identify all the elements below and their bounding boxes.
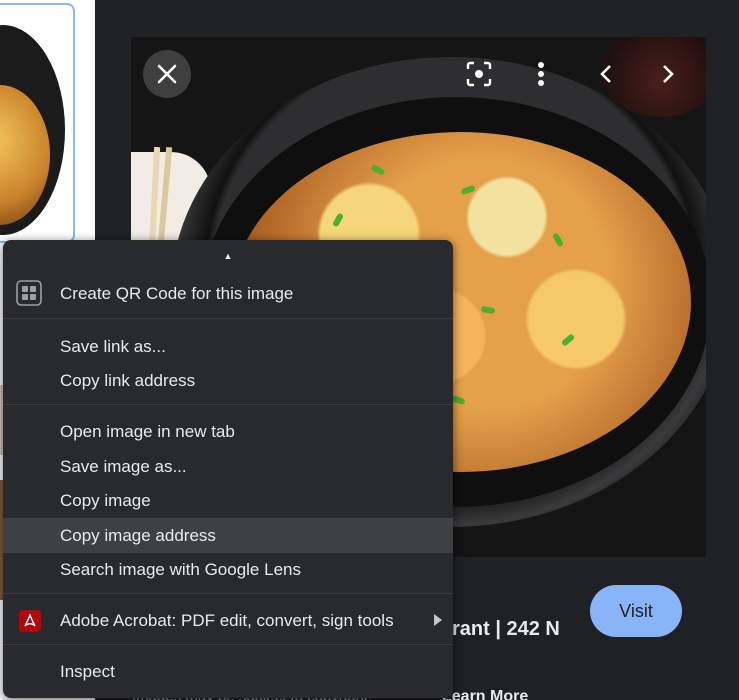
menu-item-search-google-lens[interactable]: Search image with Google Lens bbox=[3, 552, 453, 587]
previous-image-button[interactable] bbox=[582, 50, 630, 98]
visit-button[interactable]: Visit bbox=[590, 585, 682, 637]
submenu-arrow-icon bbox=[434, 614, 442, 626]
menu-item-create-qr-code[interactable]: Create QR Code for this image bbox=[3, 276, 453, 311]
more-vert-icon bbox=[538, 62, 544, 86]
chevron-left-icon bbox=[600, 65, 611, 83]
next-image-button[interactable] bbox=[644, 50, 692, 98]
learn-more-link[interactable]: Learn More bbox=[442, 688, 528, 700]
google-lens-button[interactable] bbox=[455, 50, 503, 98]
selected-result-thumbnail[interactable] bbox=[0, 3, 75, 243]
menu-item-inspect[interactable]: Inspect bbox=[3, 654, 453, 689]
menu-separator bbox=[3, 644, 453, 645]
chevron-right-icon bbox=[663, 65, 674, 83]
result-title[interactable]: rant | 242 N bbox=[452, 618, 560, 641]
context-menu: ▲ Create QR Code for this image Save lin… bbox=[3, 240, 453, 698]
close-icon bbox=[157, 64, 177, 84]
menu-item-save-link-as[interactable]: Save link as... bbox=[3, 329, 453, 364]
menu-item-open-image-new-tab[interactable]: Open image in new tab bbox=[3, 414, 453, 449]
close-preview-button[interactable] bbox=[143, 50, 191, 98]
scroll-up-icon[interactable]: ▲ bbox=[222, 250, 234, 262]
menu-separator bbox=[3, 404, 453, 405]
menu-item-copy-image-address[interactable]: Copy image address bbox=[3, 518, 453, 553]
menu-item-copy-link-address[interactable]: Copy link address bbox=[3, 363, 453, 398]
more-options-button[interactable] bbox=[517, 50, 565, 98]
menu-item-save-image-as[interactable]: Save image as... bbox=[3, 449, 453, 484]
menu-item-adobe-acrobat[interactable]: Adobe Acrobat: PDF edit, convert, sign t… bbox=[3, 603, 453, 638]
menu-separator bbox=[3, 318, 453, 319]
menu-item-copy-image[interactable]: Copy image bbox=[3, 483, 453, 518]
menu-separator bbox=[3, 593, 453, 594]
lens-icon bbox=[466, 61, 492, 87]
